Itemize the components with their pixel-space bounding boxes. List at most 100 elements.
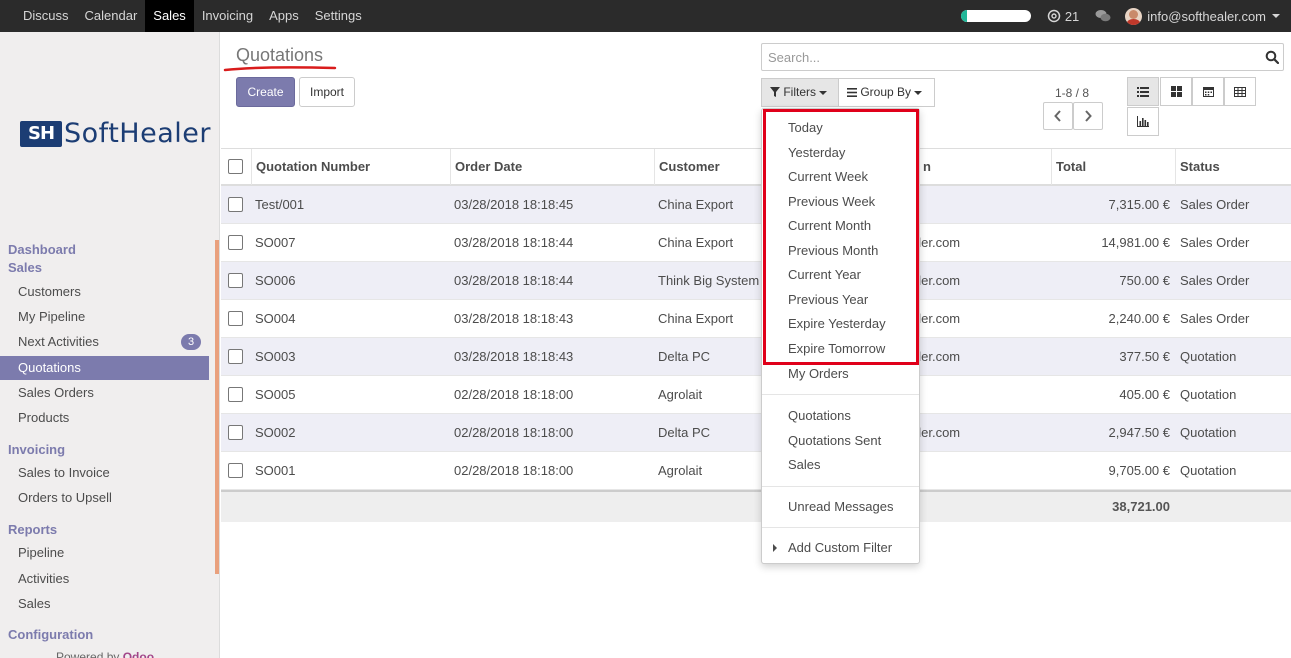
filter-my-orders[interactable]: My Orders <box>788 366 849 381</box>
search-input[interactable] <box>762 44 1252 70</box>
cell-order-date: 02/28/2018 18:18:00 <box>454 463 574 478</box>
app-menu: Discuss Calendar Sales Invoicing Apps Se… <box>15 0 370 32</box>
list-view-icon <box>1137 86 1149 97</box>
filter-quotations[interactable]: Quotations <box>788 408 851 423</box>
powered-by-brand[interactable]: Odoo <box>123 650 154 658</box>
filters-button[interactable]: Filters <box>761 78 839 107</box>
sidebar-item-label: Next Activities <box>18 334 99 349</box>
column-total[interactable]: Total <box>1051 149 1175 185</box>
pager-previous-button[interactable] <box>1043 102 1073 130</box>
filter-sales[interactable]: Sales <box>788 457 821 472</box>
sidebar-section-dashboard[interactable]: Dashboard <box>8 242 76 257</box>
table-row[interactable]: SO004 03/28/2018 18:18:43 China Export aler… <box>221 300 1291 338</box>
cell-status: Quotation <box>1180 387 1237 402</box>
sidebar-item-products[interactable]: Products <box>0 406 209 430</box>
menu-sales[interactable]: Sales <box>145 0 194 32</box>
sidebar-item-orders-to-upsell[interactable]: Orders to Upsell <box>0 486 209 510</box>
table-row[interactable]: SO006 03/28/2018 18:18:44 Think Big System… <box>221 262 1291 300</box>
sidebar-item-sales-to-invoice[interactable]: Sales to Invoice <box>0 461 209 485</box>
column-salesperson-label: n <box>923 159 931 174</box>
progress-bar[interactable] <box>961 10 1032 22</box>
column-status[interactable]: Status <box>1175 149 1291 185</box>
column-quotation-number[interactable]: Quotation Number <box>251 149 449 185</box>
sidebar: SH SoftHealer Dashboard Sales Customers … <box>0 32 220 658</box>
cell-order-date: 03/28/2018 18:18:44 <box>454 235 574 250</box>
calendar-view-button[interactable] <box>1192 77 1224 106</box>
caret-down-icon <box>1272 14 1280 18</box>
filter-quotations-sent[interactable]: Quotations Sent <box>788 433 881 448</box>
sidebar-item-pipeline[interactable]: Pipeline <box>0 541 209 565</box>
activity-menu[interactable]: 21 <box>1047 9 1079 24</box>
dropdown-divider <box>762 394 919 395</box>
sidebar-item-sales-report[interactable]: Sales <box>0 592 209 616</box>
import-button[interactable]: Import <box>299 77 355 107</box>
pager-value[interactable]: 1-8 / 8 <box>1055 86 1089 100</box>
create-button[interactable]: Create <box>236 77 295 107</box>
column-salesperson[interactable]: n <box>911 149 1051 185</box>
menu-invoicing[interactable]: Invoicing <box>194 0 261 32</box>
column-order-date[interactable]: Order Date <box>450 149 654 185</box>
list-view-button[interactable] <box>1127 77 1159 106</box>
activity-count: 21 <box>1064 8 1080 24</box>
cell-order-date: 03/28/2018 18:18:44 <box>454 273 574 288</box>
chat-icon[interactable] <box>1095 9 1111 23</box>
add-custom-filter[interactable]: Add Custom Filter <box>788 540 892 555</box>
sidebar-item-activities[interactable]: Activities <box>0 567 209 591</box>
sidebar-item-customers[interactable]: Customers <box>0 280 209 304</box>
cell-salesperson: aler.com <box>911 425 961 440</box>
logo-text: SoftHealer <box>64 118 211 149</box>
cell-salesperson: aler.com <box>911 311 961 326</box>
sidebar-section-configuration: Configuration <box>8 627 94 642</box>
table-row[interactable]: SO005 02/28/2018 18:18:00 Agrolait 405.00 €… <box>221 376 1291 414</box>
pager-next-button[interactable] <box>1073 102 1103 130</box>
sidebar-section-sales[interactable]: Sales <box>8 260 42 275</box>
logo-mark: SH <box>20 120 62 147</box>
cell-status: Sales Order <box>1180 273 1250 288</box>
cell-total: 14,981.00 € <box>1101 235 1170 250</box>
sidebar-item-next-activities[interactable]: Next Activities 3 <box>0 330 209 354</box>
table-row[interactable]: SO001 02/28/2018 18:18:00 Agrolait 9,705.00… <box>221 452 1291 490</box>
chevron-left-icon <box>1054 110 1061 122</box>
row-checkbox[interactable] <box>228 387 243 402</box>
chevron-right-icon <box>1085 110 1092 122</box>
menu-settings[interactable]: Settings <box>307 0 370 32</box>
top-navbar: Discuss Calendar Sales Invoicing Apps Se… <box>0 0 1291 32</box>
sidebar-item-quotations[interactable]: Quotations <box>0 356 209 380</box>
cell-status: Quotation <box>1180 425 1237 440</box>
group-by-label: Group By <box>860 85 912 99</box>
table-row[interactable]: SO002 02/28/2018 18:18:00 Delta PC aler.com… <box>221 414 1291 452</box>
filter-unread-messages[interactable]: Unread Messages <box>788 499 894 514</box>
row-checkbox[interactable] <box>228 349 243 364</box>
pivot-view-button[interactable] <box>1224 77 1256 106</box>
cell-quotation-number: SO007 <box>255 235 296 250</box>
row-checkbox[interactable] <box>228 235 243 250</box>
row-checkbox[interactable] <box>228 425 243 440</box>
table-row[interactable]: SO007 03/28/2018 18:18:44 China Export aler… <box>221 224 1291 262</box>
table-row[interactable]: SO003 03/28/2018 18:18:43 Delta PC aler.com… <box>221 338 1291 376</box>
powered-by: Powered by Odoo <box>56 650 154 658</box>
user-email: info@softhealer.com <box>1147 8 1266 24</box>
menu-apps[interactable]: Apps <box>261 0 307 32</box>
row-checkbox[interactable] <box>228 311 243 326</box>
sidebar-item-my-pipeline[interactable]: My Pipeline <box>0 305 209 329</box>
user-menu[interactable]: info@softhealer.com <box>1125 7 1281 25</box>
search-icon[interactable] <box>1265 50 1279 64</box>
row-checkbox[interactable] <box>228 273 243 288</box>
row-checkbox[interactable] <box>228 463 243 478</box>
page-title[interactable]: Quotations <box>236 45 323 66</box>
table-header: Quotation Number Order Date Customer n T… <box>221 148 1291 186</box>
caret-right-icon <box>773 544 777 552</box>
filter-icon <box>770 87 780 97</box>
cell-salesperson: aler.com <box>911 349 961 364</box>
graph-view-button[interactable] <box>1127 107 1159 136</box>
menu-calendar[interactable]: Calendar <box>77 0 146 32</box>
select-all-checkbox[interactable] <box>228 159 243 174</box>
sidebar-item-sales-orders[interactable]: Sales Orders <box>0 381 209 405</box>
table-row[interactable]: Test/001 03/28/2018 18:18:45 China Export 7… <box>221 186 1291 224</box>
group-by-button[interactable]: Group By <box>838 78 935 107</box>
kanban-view-button[interactable] <box>1160 77 1192 106</box>
row-checkbox[interactable] <box>228 197 243 212</box>
menu-discuss[interactable]: Discuss <box>15 0 77 32</box>
table-icon <box>1234 86 1246 97</box>
sidebar-scrollbar[interactable] <box>215 240 219 574</box>
